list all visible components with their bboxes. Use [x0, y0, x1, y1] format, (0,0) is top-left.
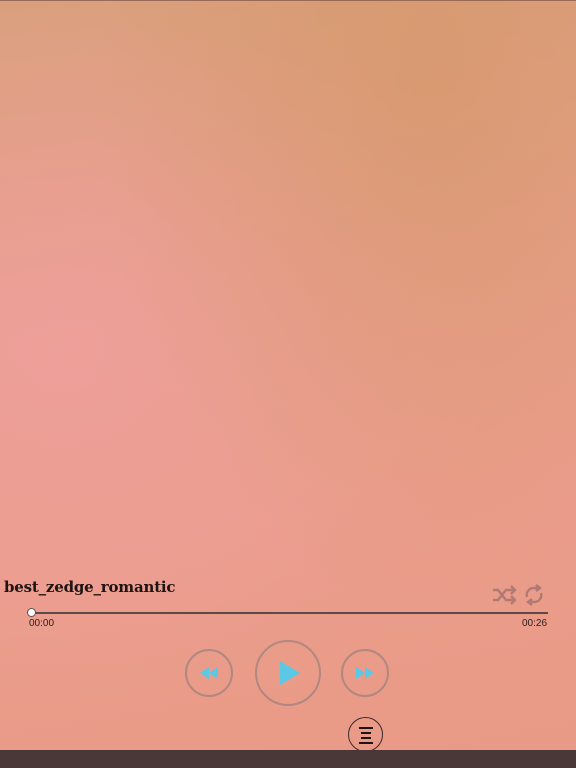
fast-forward-icon	[356, 667, 374, 679]
fast-forward-button[interactable]	[341, 649, 389, 697]
shuffle-button[interactable]	[491, 584, 517, 606]
track-title: best_zedge_romantic	[4, 578, 176, 596]
top-edge	[0, 0, 576, 1]
playlist-button[interactable]	[348, 717, 383, 752]
play-icon	[280, 661, 300, 685]
repeat-button[interactable]	[522, 584, 548, 606]
progress-track[interactable]	[27, 608, 548, 617]
repeat-icon	[525, 584, 543, 606]
total-time: 00:26	[522, 618, 548, 629]
progress-knob[interactable]	[27, 608, 36, 617]
play-button[interactable]	[255, 640, 321, 706]
playlist-icon	[358, 726, 373, 744]
rewind-icon	[200, 667, 218, 679]
bottom-bar	[0, 750, 576, 768]
elapsed-time: 00:00	[29, 618, 55, 629]
rewind-button[interactable]	[185, 649, 233, 697]
shuffle-icon	[493, 585, 517, 605]
